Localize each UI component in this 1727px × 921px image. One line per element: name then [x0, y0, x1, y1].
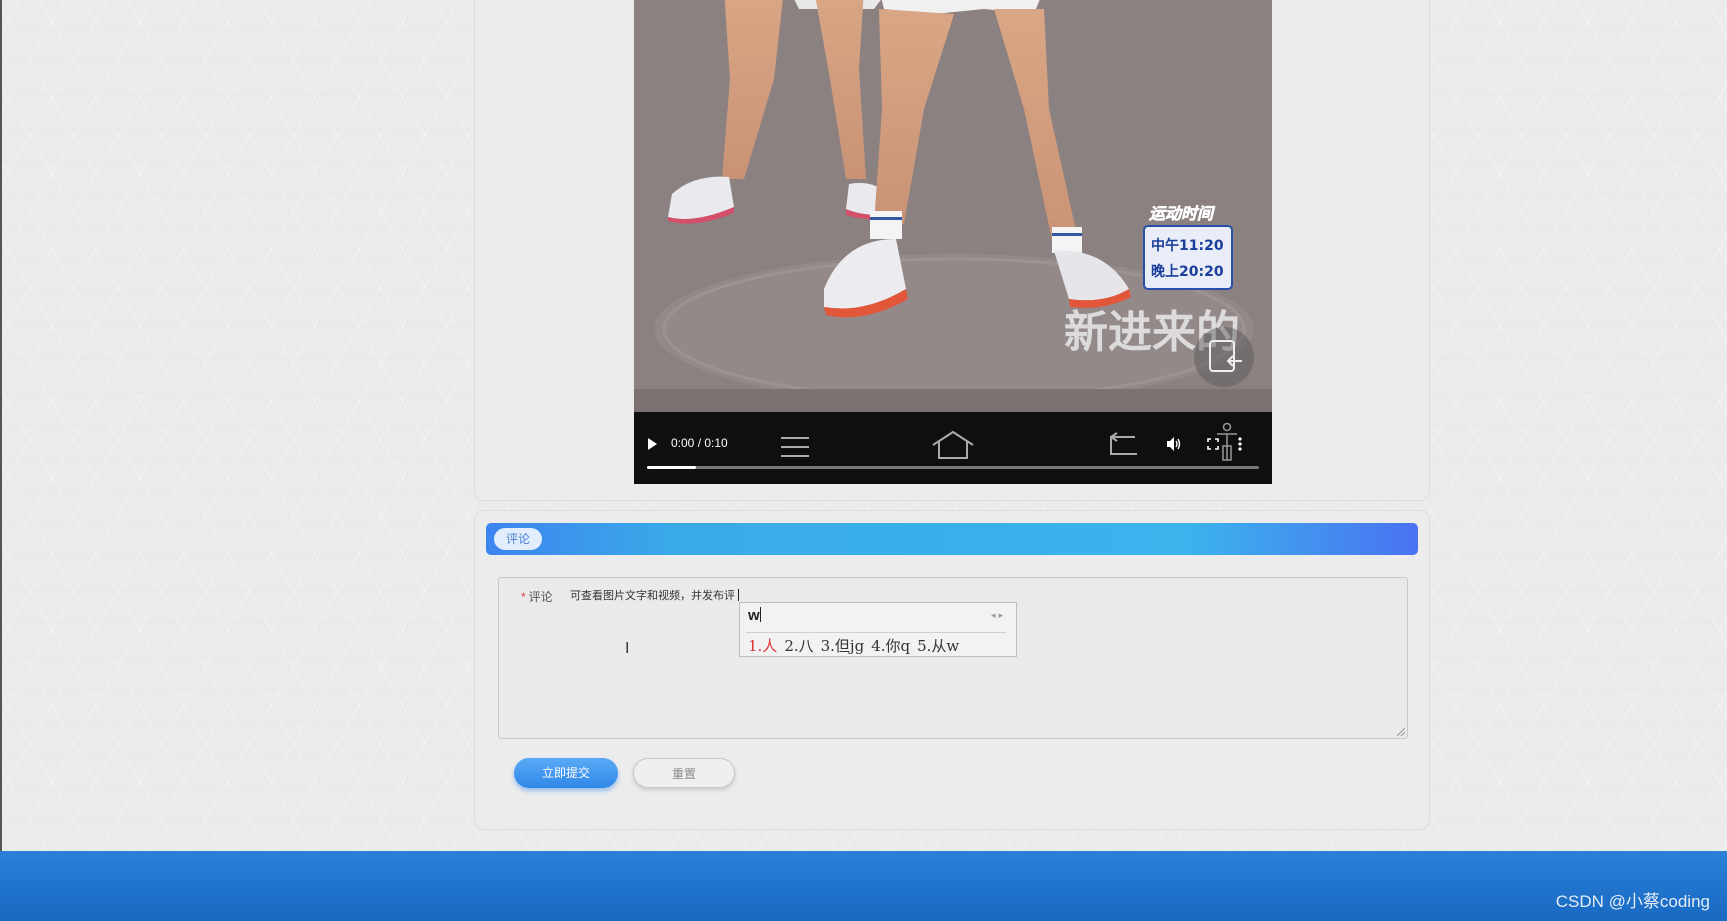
menu-icon[interactable]: [779, 435, 811, 459]
reset-button[interactable]: 重置: [633, 758, 735, 788]
ime-candidate[interactable]: 2.八: [784, 637, 813, 655]
video-frame: 运动时间 中午11:20 晚上20:20 新进来的: [634, 0, 1272, 412]
submit-button[interactable]: 立即提交: [514, 758, 618, 788]
comment-input-text: 可查看图片文字和视频，并发布评: [570, 590, 735, 602]
video-panel: 运动时间 中午11:20 晚上20:20 新进来的 0:00 / 0:10: [474, 0, 1430, 501]
ime-page-arrows-icon[interactable]: ◂▸: [991, 611, 1006, 621]
watermark: CSDN @小蔡coding: [1555, 892, 1710, 911]
ime-candidate-list: 1.人 2.八 3.但jg 4.你q 5.从w: [748, 635, 966, 656]
comment-field-label: * 评论: [521, 588, 553, 605]
comment-input-value: 可查看图片文字和视频，并发布评: [570, 587, 739, 603]
ime-candidate[interactable]: 5.从w: [917, 637, 959, 655]
overlay-badge-title: 运动时间: [1149, 204, 1216, 223]
accessibility-icon: [1217, 422, 1237, 461]
comment-label-text: 评论: [528, 590, 553, 604]
video-controls: 0:00 / 0:10: [634, 412, 1272, 484]
page-footer: CSDN @小蔡coding: [0, 851, 1727, 921]
back-icon[interactable]: [1105, 432, 1139, 458]
ime-composition: w: [748, 607, 761, 624]
play-icon[interactable]: [648, 438, 657, 450]
text-caret: [738, 589, 739, 601]
comment-panel: 评论 * 评论 可查看图片文字和视频，并发布评 I 立即提交 重置: [474, 510, 1430, 830]
window-edge: [0, 0, 2, 851]
overlay-badge-line1: 中午11:20: [1151, 237, 1224, 254]
ime-caret: [759, 607, 761, 622]
ime-candidate[interactable]: 4.你q: [871, 637, 910, 655]
home-icon[interactable]: [931, 430, 975, 460]
required-mark: *: [521, 590, 526, 604]
video-progress-fill: [647, 466, 696, 469]
ime-candidate[interactable]: 3.但jg: [821, 637, 865, 655]
volume-icon[interactable]: [1166, 436, 1182, 452]
text-cursor-icon: I: [625, 640, 630, 657]
comment-section-header: 评论: [486, 523, 1418, 555]
ime-candidate[interactable]: 1.人: [748, 637, 777, 655]
more-options-icon[interactable]: [1237, 436, 1243, 452]
video-progress-bar[interactable]: [647, 466, 1259, 469]
overlay-badge-line2: 晚上20:20: [1151, 263, 1224, 280]
ime-divider: [746, 632, 1006, 633]
comment-section-title: 评论: [494, 528, 542, 550]
ime-composition-text: w: [748, 607, 760, 624]
video-player[interactable]: 运动时间 中午11:20 晚上20:20 新进来的 0:00 / 0:10: [634, 0, 1272, 484]
ime-candidate-popup: w ◂▸ 1.人 2.八 3.但jg 4.你q 5.从w: [739, 602, 1017, 657]
video-time: 0:00 / 0:10: [671, 436, 728, 450]
resize-handle[interactable]: [1397, 728, 1405, 736]
